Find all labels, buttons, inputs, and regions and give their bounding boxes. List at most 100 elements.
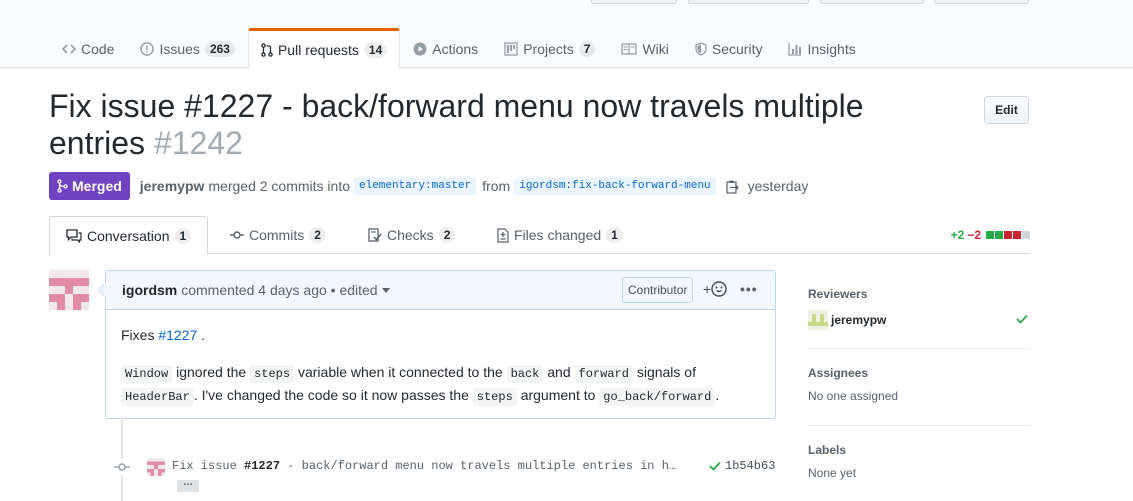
tab-pull-requests[interactable]: Pull requests 14 <box>247 28 401 69</box>
diffstat-block <box>986 231 994 239</box>
tab-actions[interactable]: Actions <box>400 28 491 68</box>
merged-time: yesterday <box>747 178 809 194</box>
tab-wiki-label: Wiki <box>642 40 669 57</box>
commit-sha[interactable]: 1b54b63 <box>709 457 775 475</box>
git-pull-request-icon <box>261 43 273 57</box>
reviewer-row: jeremypw <box>808 310 1030 330</box>
tab-code-label: Code <box>81 40 115 57</box>
more-options-icon[interactable]: ••• <box>740 281 758 297</box>
git-merge-icon <box>57 179 68 193</box>
tab-conversation[interactable]: Conversation 1 <box>49 216 209 255</box>
avatar[interactable] <box>49 270 89 310</box>
comment-paragraph: Fixes #1227 . <box>121 325 760 346</box>
text: signals of <box>636 364 696 380</box>
labels-value: None yet <box>808 466 857 480</box>
base-branch[interactable]: elementary:master <box>354 177 477 195</box>
pr-number: #1242 <box>153 125 243 161</box>
tab-checks[interactable]: Checks 2 <box>354 216 469 254</box>
chevron-down-icon[interactable] <box>381 287 390 293</box>
book-icon <box>621 42 638 55</box>
from-text: from <box>482 178 511 194</box>
tab-commits[interactable]: Commits 2 <box>216 216 340 254</box>
clipboard-icon[interactable] <box>726 179 740 194</box>
tab-pull-requests-label: Pull requests <box>277 42 359 58</box>
diffstat-block <box>1022 231 1030 239</box>
status-badge: Merged <box>49 172 130 200</box>
text: argument to <box>520 387 596 403</box>
diffstat-block <box>995 231 1003 239</box>
page-title: Fix issue #1227 - back/forward menu now … <box>49 88 929 162</box>
code-span: Window <box>121 365 173 383</box>
comment-box: igordsm commented 4 days ago • edited Co… <box>98 270 776 419</box>
code-span: HeaderBar <box>121 388 194 406</box>
diffstat-block <box>1004 231 1012 239</box>
project-icon <box>504 41 518 56</box>
check-icon <box>1016 313 1028 327</box>
deletions-count: −2 <box>967 228 981 242</box>
comment-paragraph: Window ignored the steps variable when i… <box>121 362 760 408</box>
add-reaction-button[interactable]: + <box>703 281 727 297</box>
text: variable when it connected to the <box>297 364 503 380</box>
issue-link[interactable]: #1227 <box>158 327 197 343</box>
commit-issue-ref[interactable]: #1227 <box>244 459 280 473</box>
tab-security-label: Security <box>711 40 763 57</box>
text: . I've changed the code so it now passes… <box>193 387 469 403</box>
comment-author[interactable]: igordsm <box>122 282 177 298</box>
labels-heading[interactable]: Labels <box>808 443 1030 457</box>
commit-author-avatar[interactable] <box>147 458 165 476</box>
pr-tabnav: Conversation 1 Commits 2 Checks 2 Files … <box>49 216 1030 255</box>
tab-files-changed[interactable]: Files changed 1 <box>483 216 637 254</box>
comment-meta[interactable]: commented 4 days ago • edited <box>181 282 377 298</box>
watch-button[interactable] <box>591 0 677 4</box>
repo-nav: Code Issues 263 Pull requests 14 Actions… <box>49 28 869 69</box>
status-label: Merged <box>72 178 122 194</box>
edit-button[interactable]: Edit <box>984 96 1029 124</box>
assignees-heading[interactable]: Assignees <box>808 366 1030 380</box>
tab-code[interactable]: Code <box>49 28 127 68</box>
text: ignored the <box>176 364 247 380</box>
code-span: back <box>506 365 544 383</box>
play-icon <box>413 42 427 55</box>
reviewers-heading[interactable]: Reviewers <box>808 287 1030 301</box>
comment-discussion-icon <box>66 228 82 243</box>
conversation-counter: 1 <box>174 227 192 244</box>
tab-commits-label: Commits <box>249 227 305 243</box>
head-branch[interactable]: igordsm:fix-back-forward-menu <box>514 177 716 195</box>
text: Fixes <box>121 327 155 343</box>
text: . <box>715 387 720 403</box>
checks-counter: 2 <box>438 227 456 243</box>
commit-message[interactable]: Fix issue #1227 - back/forward menu now … <box>172 457 678 475</box>
projects-counter: 7 <box>578 40 596 57</box>
sponsor-button[interactable] <box>934 0 1029 4</box>
avatar[interactable] <box>808 310 828 330</box>
comment-body: Fixes #1227 . Window ignored the steps v… <box>106 310 775 423</box>
tab-conversation-label: Conversation <box>87 227 170 244</box>
tab-checks-label: Checks <box>387 227 434 243</box>
check-icon <box>709 461 721 471</box>
code-span: steps <box>250 365 295 383</box>
fork-button[interactable] <box>820 0 924 4</box>
tab-insights[interactable]: Insights <box>775 28 868 68</box>
file-diff-icon <box>497 227 509 243</box>
tab-files-changed-label: Files changed <box>514 227 602 243</box>
files-counter: 1 <box>606 227 623 243</box>
code-span: go_back/forward <box>599 388 716 406</box>
text: - back/forward menu now travels multiple… <box>287 459 677 473</box>
tab-issues[interactable]: Issues 263 <box>127 28 248 68</box>
merger-link[interactable]: jeremypw <box>140 178 205 194</box>
star-button[interactable] <box>688 0 809 4</box>
text: and <box>547 364 571 380</box>
tab-projects[interactable]: Projects 7 <box>491 28 608 68</box>
merged-text: merged 2 commits into <box>208 178 350 194</box>
tab-wiki[interactable]: Wiki <box>608 28 681 68</box>
assignees-value: No one assigned <box>808 389 899 403</box>
tab-actions-label: Actions <box>432 40 479 57</box>
diffstat: +2 −2 <box>951 228 1030 242</box>
reviewer-name[interactable]: jeremypw <box>831 313 886 327</box>
tab-security[interactable]: Security <box>682 28 776 68</box>
expand-commit-button[interactable]: … <box>177 478 199 492</box>
graph-icon <box>788 42 802 56</box>
repo-header: Code Issues 263 Pull requests 14 Actions… <box>0 0 1133 69</box>
pr-meta: Merged jeremypw merged 2 commits into el… <box>49 172 808 200</box>
divider <box>808 348 1030 349</box>
